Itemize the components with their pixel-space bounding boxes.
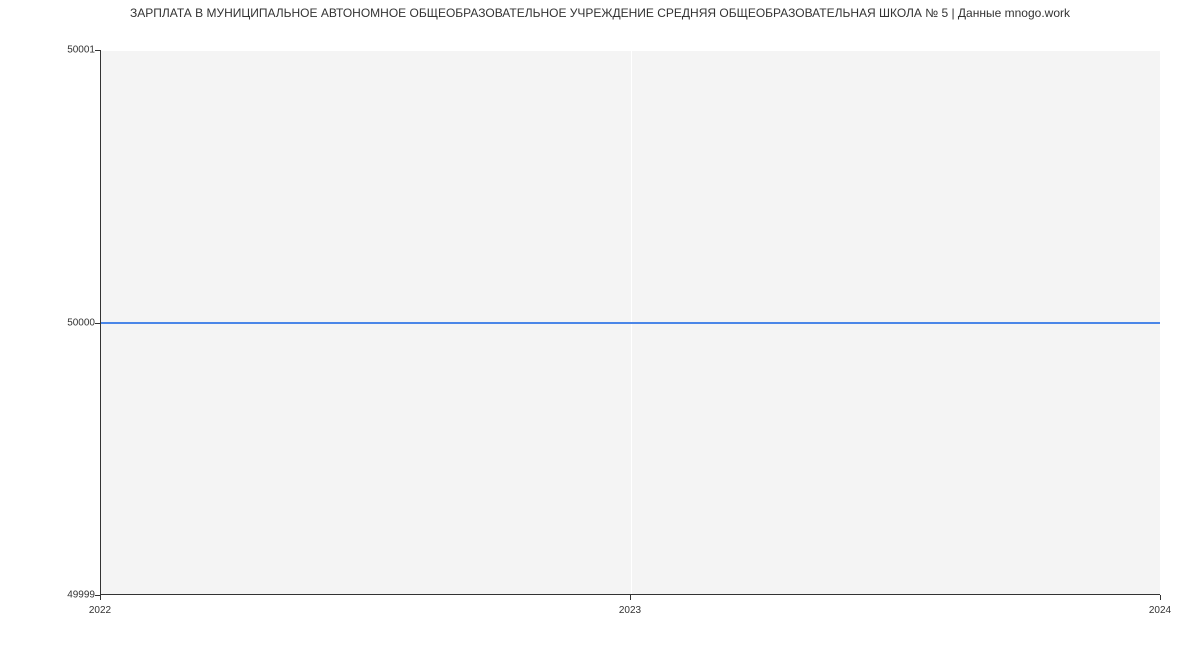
data-series-line [101, 322, 1160, 324]
y-tick-mark [95, 323, 100, 324]
x-axis-tick-label: 2023 [619, 605, 641, 616]
y-tick-mark [95, 50, 100, 51]
x-tick-mark [100, 595, 101, 600]
y-axis-tick-label: 49999 [45, 590, 95, 601]
grid-line-horizontal [101, 50, 1160, 51]
x-tick-mark [1160, 595, 1161, 600]
y-axis-tick-label: 50001 [45, 45, 95, 56]
x-axis-tick-label: 2024 [1149, 605, 1171, 616]
grid-line-vertical [1160, 50, 1161, 594]
x-tick-mark [630, 595, 631, 600]
x-axis-tick-label: 2022 [89, 605, 111, 616]
chart-title: ЗАРПЛАТА В МУНИЦИПАЛЬНОЕ АВТОНОМНОЕ ОБЩЕ… [0, 6, 1200, 20]
plot-area [100, 50, 1160, 595]
y-axis-tick-label: 50000 [45, 317, 95, 328]
